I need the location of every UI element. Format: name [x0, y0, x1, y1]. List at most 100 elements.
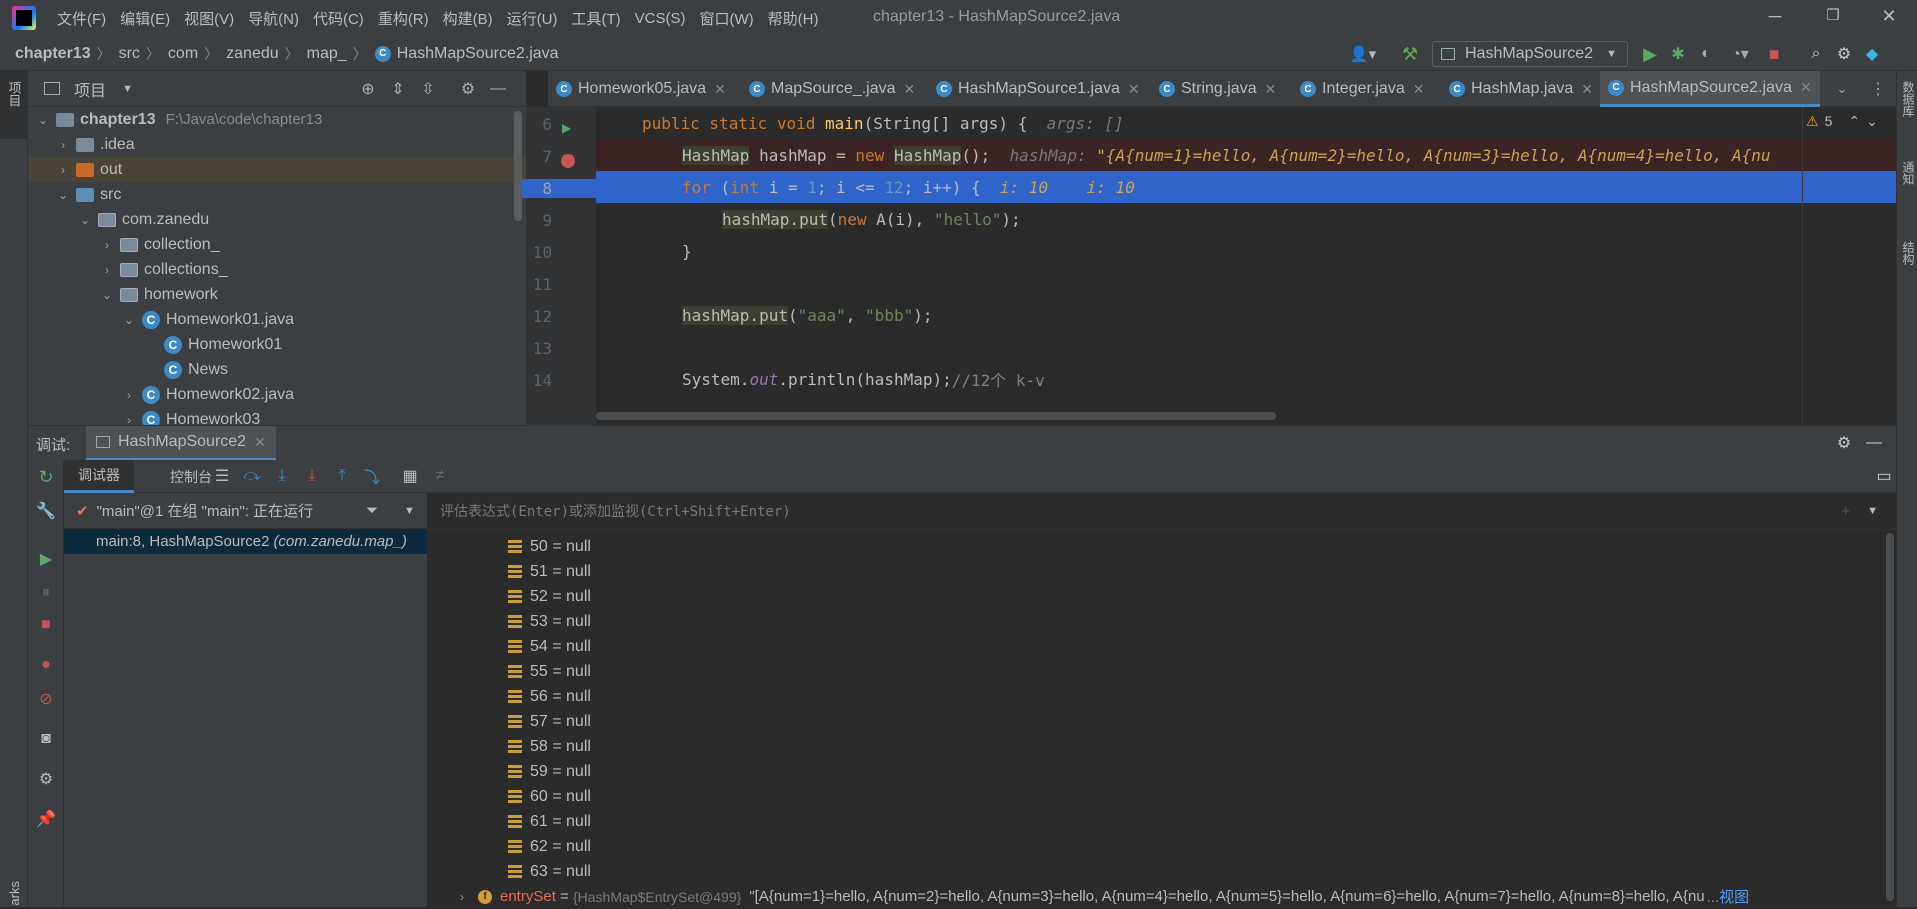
chevron-down-icon[interactable]: ▼ — [404, 505, 415, 517]
run-to-cursor-icon[interactable]: ⤵ — [362, 466, 382, 487]
variable-row[interactable]: 54 = null — [508, 634, 591, 659]
variable-row[interactable]: 52 = null — [508, 584, 591, 609]
evaluate-icon[interactable]: ▦ — [400, 466, 420, 486]
build-hammer-icon[interactable]: ⚒ — [1398, 42, 1422, 66]
close-tab-icon[interactable]: ✕ — [1800, 79, 1812, 96]
view-link[interactable]: ...视图 — [1707, 886, 1750, 907]
horizontal-scrollbar[interactable] — [596, 412, 1276, 420]
breadcrumb-com[interactable]: com — [168, 45, 198, 63]
database-stripe-label[interactable]: 数据库 — [1900, 81, 1917, 117]
chevron-down-icon[interactable]: ⌄ — [1866, 113, 1878, 130]
force-step-into-icon[interactable]: ⤓ — [302, 466, 322, 486]
variable-row[interactable]: 57 = null — [508, 709, 591, 734]
inspection-widget[interactable]: ⚠ 5 ⌃ ⌄ — [1806, 107, 1878, 135]
breakpoint-icon[interactable] — [561, 154, 575, 168]
coverage-icon[interactable]: ◐ — [1696, 44, 1716, 64]
tree-item-homework01-class[interactable]: C Homework01 — [28, 332, 518, 357]
trace-icon[interactable]: ≠ — [430, 466, 450, 486]
variable-row[interactable]: 51 = null — [508, 559, 591, 584]
tab-hashmap[interactable]: C HashMap.java ✕ — [1441, 71, 1601, 107]
frame-row-selected[interactable]: main:8, HashMapSource2 (com.zanedu.map_) — [64, 529, 427, 554]
tree-item-homework01-java[interactable]: ⌄ C Homework01.java — [28, 307, 518, 332]
variable-row[interactable]: 61 = null — [508, 809, 591, 834]
bookmarks-stripe-label[interactable]: arks — [7, 881, 22, 906]
hide-icon[interactable]: — — [1864, 433, 1884, 453]
tree-item-src[interactable]: ⌄ src — [28, 182, 518, 207]
chevron-down-icon[interactable]: ▼ — [1867, 505, 1878, 517]
evaluate-expression-input[interactable]: 评估表达式(Enter)或添加监视(Ctrl+Shift+Enter) + ▼ — [428, 493, 1896, 530]
menu-file[interactable]: 文件(F) — [50, 0, 113, 36]
tree-item-root[interactable]: ⌄ chapter13 F:\Java\code\chapter13 — [28, 107, 518, 132]
more-icon[interactable]: ⋮ — [1868, 79, 1888, 99]
tab-string[interactable]: C String.java ✕ — [1151, 71, 1284, 107]
wrench-icon[interactable]: 🔧 — [36, 501, 56, 521]
hide-icon[interactable]: — — [488, 79, 508, 99]
breadcrumb-src[interactable]: src — [119, 45, 140, 63]
add-watch-icon[interactable]: + — [1841, 503, 1850, 520]
close-tab-icon[interactable]: ✕ — [1128, 81, 1140, 98]
close-tab-icon[interactable]: ✕ — [904, 81, 916, 98]
close-tab-icon[interactable]: ✕ — [1413, 81, 1425, 98]
variable-row[interactable]: 55 = null — [508, 659, 591, 684]
breadcrumb-project[interactable]: chapter13 — [15, 45, 91, 63]
variable-row[interactable]: 50 = null — [508, 534, 591, 559]
menu-vcs[interactable]: VCS(S) — [628, 0, 693, 36]
tab-homework05[interactable]: C Homework05.java ✕ — [548, 71, 734, 107]
gear-icon[interactable]: ⚙ — [1834, 433, 1854, 453]
notifications-stripe-label[interactable]: 通知 — [1900, 161, 1917, 185]
gear-icon[interactable]: ⚙ — [458, 79, 478, 99]
pin-icon[interactable]: 📌 — [36, 809, 56, 829]
variable-row[interactable]: 63 = null — [508, 859, 591, 884]
close-tab-icon[interactable]: ✕ — [714, 81, 726, 98]
close-tab-icon[interactable]: ✕ — [1581, 81, 1593, 98]
toolbox-icon[interactable]: ◆ — [1862, 44, 1882, 64]
variable-row[interactable]: 58 = null — [508, 734, 591, 759]
run-gutter-icon[interactable]: ▶ — [562, 121, 571, 135]
tree-item-homework[interactable]: ⌄ homework — [28, 282, 518, 307]
run-configuration-select[interactable]: HashMapSource2 ▼ — [1432, 41, 1628, 67]
menu-window[interactable]: 窗口(W) — [692, 0, 760, 36]
tree-item-idea[interactable]: › .idea — [28, 132, 518, 157]
stop-icon[interactable]: ■ — [1764, 44, 1784, 64]
close-icon[interactable]: ✕ — [1877, 6, 1901, 30]
variable-row[interactable]: 62 = null — [508, 834, 591, 859]
resume-icon[interactable]: ▶ — [36, 549, 56, 569]
menu-view[interactable]: 视图(V) — [177, 0, 241, 36]
menu-lines-icon[interactable]: ☰ — [212, 466, 232, 486]
restore-icon[interactable]: ❐ — [1821, 6, 1845, 30]
tree-item-collections[interactable]: › collections_ — [28, 257, 518, 282]
tab-hashmapsource1[interactable]: C HashMapSource1.java ✕ — [928, 71, 1148, 107]
menu-code[interactable]: 代码(C) — [306, 0, 371, 36]
rerun-icon[interactable]: ↻ — [36, 467, 56, 487]
variable-row-entryset[interactable]: › f entrySet = {HashMap$EntrySet@499} "[… — [460, 884, 1880, 909]
profile-icon[interactable]: ◔▾ — [1724, 44, 1756, 64]
tree-item-news[interactable]: C News — [28, 357, 518, 382]
menu-edit[interactable]: 编辑(E) — [113, 0, 177, 36]
menu-refactor[interactable]: 重构(R) — [371, 0, 436, 36]
chevron-down-icon[interactable]: ⌄ — [1832, 79, 1852, 99]
camera-icon[interactable]: ◙ — [36, 729, 56, 749]
pause-icon[interactable]: ⏸ — [36, 583, 56, 603]
breadcrumb-file[interactable]: HashMapSource2.java — [397, 45, 559, 63]
variable-row[interactable]: 60 = null — [508, 784, 591, 809]
variable-row[interactable]: 53 = null — [508, 609, 591, 634]
code-editor[interactable]: public static void main (String[] args) {… — [596, 107, 1896, 425]
tree-item-package[interactable]: ⌄ com.zanedu — [28, 207, 518, 232]
tab-mapsource[interactable]: C MapSource_.java ✕ — [741, 71, 923, 107]
tree-item-out[interactable]: › out — [28, 157, 526, 182]
step-into-icon[interactable]: ⤓ — [272, 466, 292, 486]
close-tab-icon[interactable]: ✕ — [254, 434, 266, 451]
variable-row[interactable]: 59 = null — [508, 759, 591, 784]
structure-stripe-label[interactable]: 结构 — [1900, 241, 1917, 265]
debug-bug-icon[interactable]: ✱ — [1668, 44, 1688, 64]
search-icon[interactable]: ⌕ — [1806, 44, 1826, 64]
menu-run[interactable]: 运行(U) — [500, 0, 565, 36]
stop-icon[interactable]: ■ — [36, 615, 56, 635]
project-stripe-button[interactable]: 项目 — [0, 71, 28, 139]
tab-debugger[interactable]: 调试器 — [64, 460, 134, 493]
filter-icon[interactable]: ⏷ — [366, 502, 378, 519]
tree-item-homework03[interactable]: › C Homework03 — [28, 407, 518, 425]
menu-build[interactable]: 构建(B) — [436, 0, 500, 36]
chevron-up-icon[interactable]: ⌃ — [1848, 113, 1860, 130]
mute-breakpoints-icon[interactable]: ⊘ — [36, 689, 56, 709]
